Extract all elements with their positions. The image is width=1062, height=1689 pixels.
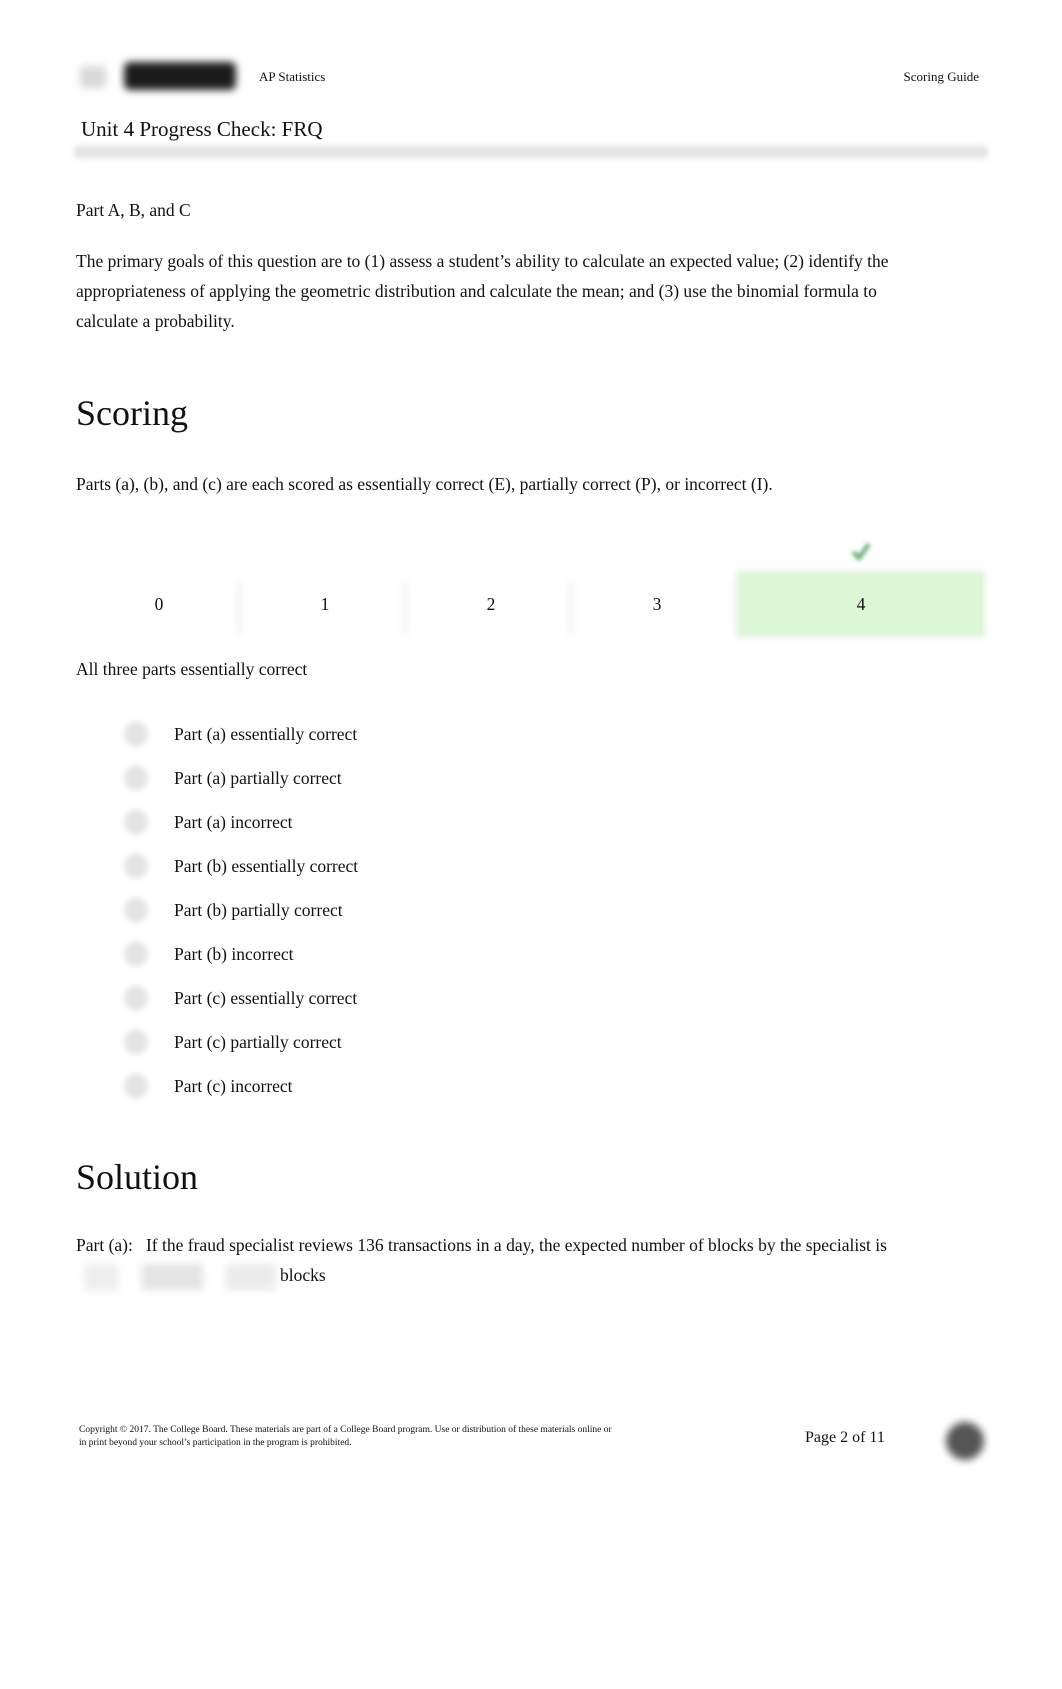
score-option-3[interactable]: 3 — [574, 574, 740, 634]
part-a-text: If the fraud specialist reviews 136 tran… — [145, 1235, 887, 1255]
criterion-label: Part (c) essentially correct — [174, 987, 358, 1008]
criteria-list: Part (a) essentially correct Part (a) pa… — [120, 712, 358, 1108]
page-title: Unit 4 Progress Check: FRQ — [81, 117, 323, 141]
header-divider — [74, 146, 988, 158]
score-option-0[interactable]: 0 — [76, 574, 242, 634]
part-heading: Part A, B, and C — [76, 200, 191, 220]
criterion-label: Part (a) essentially correct — [174, 723, 358, 744]
college-board-logo — [76, 58, 240, 94]
criterion-label: Part (a) partially correct — [174, 767, 342, 788]
score-option-1[interactable]: 1 — [242, 574, 408, 634]
score-option-4[interactable]: 4 — [740, 574, 982, 634]
redacted-formula — [84, 1263, 276, 1290]
part-a-label: Part (a): — [76, 1235, 133, 1255]
criterion-item[interactable]: Part (a) essentially correct — [120, 712, 358, 756]
criterion-item[interactable]: Part (b) partially correct — [120, 888, 358, 932]
scoring-description: Parts (a), (b), and (c) are each scored … — [76, 474, 773, 494]
checkbox-icon[interactable] — [124, 1030, 148, 1054]
selected-score-description: All three parts essentially correct — [76, 659, 308, 679]
logo-mark — [80, 66, 106, 88]
scoring-heading: Scoring — [76, 393, 188, 433]
criterion-item[interactable]: Part (b) essentially correct — [120, 844, 358, 888]
score-selector: 0 1 2 3 4 — [76, 574, 990, 634]
score-option-2[interactable]: 2 — [408, 574, 574, 634]
solution-part-a: Part (a): If the fraud specialist review… — [76, 1230, 936, 1290]
criterion-item[interactable]: Part (b) incorrect — [120, 932, 358, 976]
document-type: Scoring Guide — [903, 69, 979, 84]
checkbox-icon[interactable] — [124, 722, 148, 746]
criterion-label: Part (b) essentially correct — [174, 855, 359, 876]
checkbox-icon[interactable] — [124, 986, 148, 1010]
logo-wordmark — [124, 62, 236, 90]
question-goals: The primary goals of this question are t… — [76, 251, 889, 331]
criterion-label: Part (a) incorrect — [174, 811, 293, 832]
criterion-item[interactable]: Part (a) incorrect — [120, 800, 358, 844]
criterion-item[interactable]: Part (c) essentially correct — [120, 976, 358, 1020]
footer-logo-icon — [946, 1422, 984, 1460]
solution-heading: Solution — [76, 1157, 199, 1197]
criterion-item[interactable]: Part (a) partially correct — [120, 756, 358, 800]
checkmark-icon — [851, 542, 871, 562]
checkbox-icon[interactable] — [124, 810, 148, 834]
part-a-suffix: blocks — [280, 1265, 326, 1285]
criterion-label: Part (c) partially correct — [174, 1031, 342, 1052]
course-name: AP Statistics — [259, 69, 326, 84]
criterion-label: Part (c) incorrect — [174, 1075, 293, 1096]
criterion-item[interactable]: Part (c) partially correct — [120, 1020, 358, 1064]
checkbox-icon[interactable] — [124, 1074, 148, 1098]
criterion-label: Part (b) incorrect — [174, 943, 294, 964]
page-number: Page 2 of 11 — [805, 1429, 885, 1446]
criterion-item[interactable]: Part (c) incorrect — [120, 1064, 358, 1108]
checkbox-icon[interactable] — [124, 766, 148, 790]
checkbox-icon[interactable] — [124, 854, 148, 878]
checkbox-icon[interactable] — [124, 942, 148, 966]
copyright-notice: Copyright © 2017. The College Board. The… — [79, 1425, 612, 1448]
criterion-label: Part (b) partially correct — [174, 899, 343, 920]
checkbox-icon[interactable] — [124, 898, 148, 922]
